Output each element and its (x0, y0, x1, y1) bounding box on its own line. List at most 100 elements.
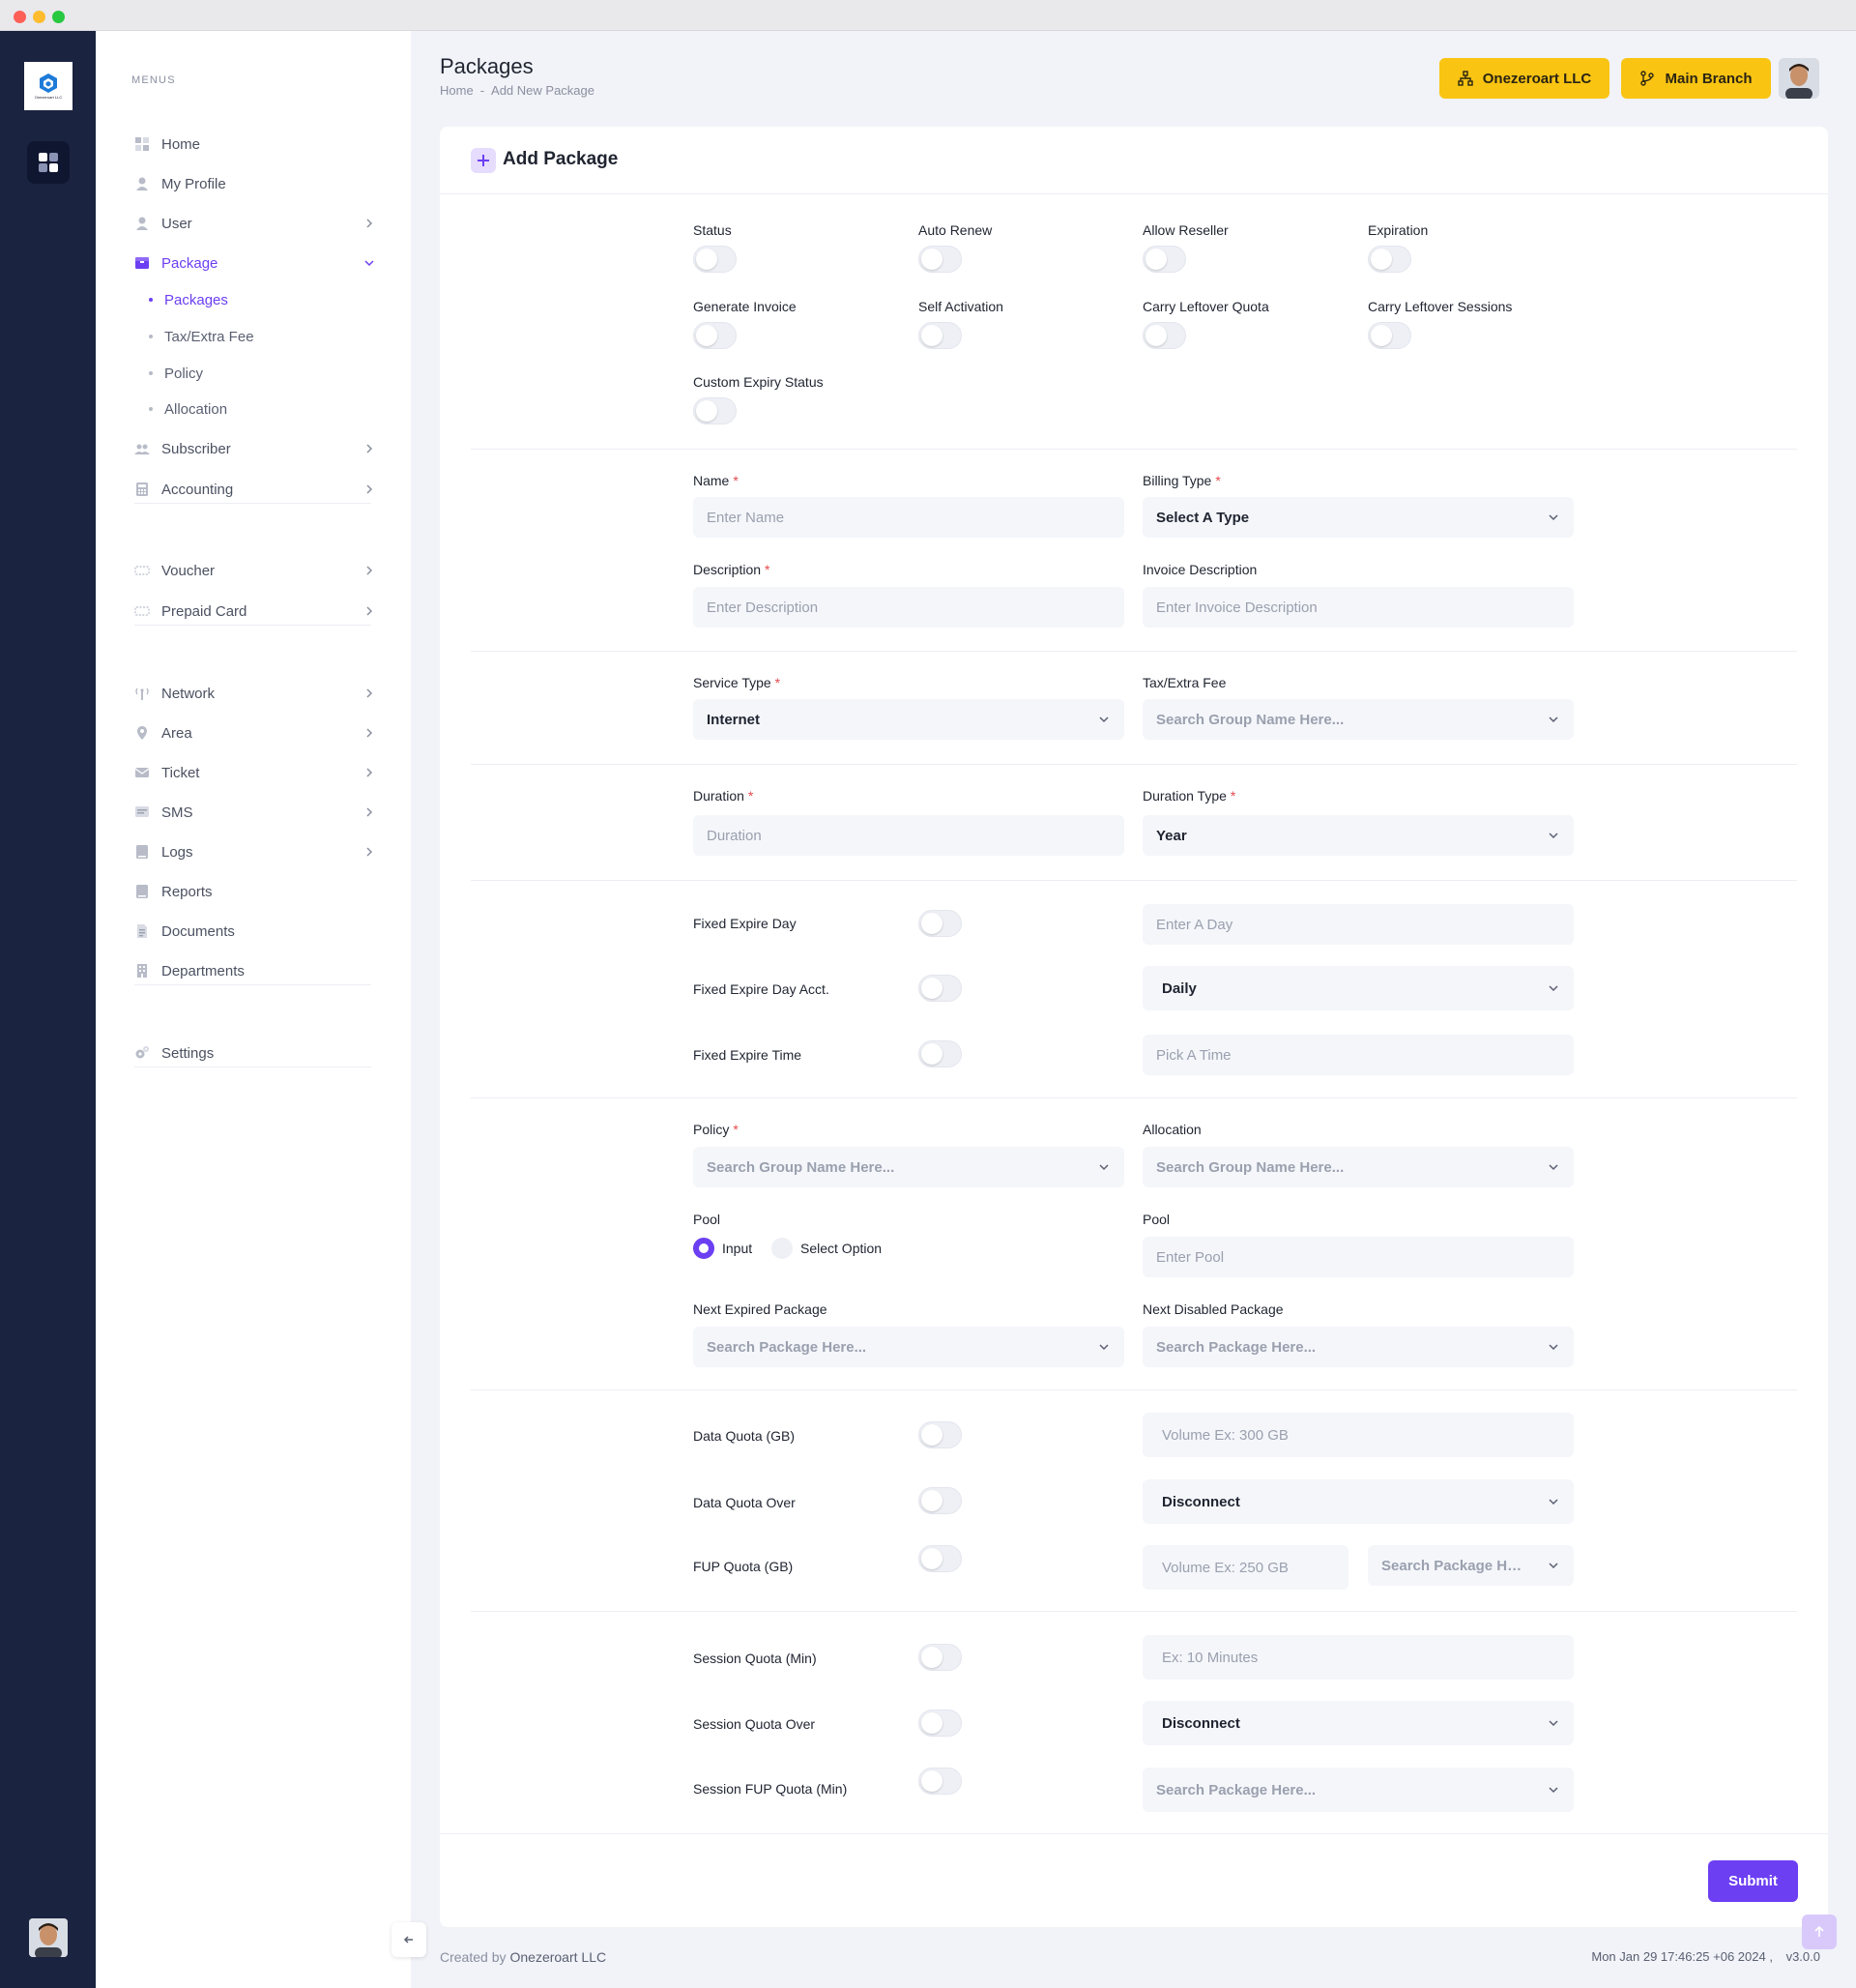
sidebar-item-ticket[interactable]: Ticket (134, 758, 376, 787)
session-quota-over-toggle[interactable] (918, 1710, 962, 1737)
auto-renew-toggle[interactable] (918, 246, 962, 273)
session-quota-over-select[interactable]: Disconnect (1143, 1701, 1574, 1745)
data-quota-over-toggle[interactable] (918, 1487, 962, 1514)
carry-leftover-sessions-toggle[interactable] (1368, 322, 1411, 349)
fixed-expire-day-acct-toggle[interactable] (918, 975, 962, 1002)
fixed-expire-time-input[interactable]: Pick A Time (1143, 1035, 1574, 1075)
sidebar-item-label: Voucher (161, 562, 216, 579)
data-quota-input[interactable]: Volume Ex: 300 GB (1143, 1413, 1574, 1457)
user-icon (136, 217, 148, 230)
sidebar-item-logs[interactable]: Logs (134, 837, 376, 866)
sidebar-item-my-profile[interactable]: My Profile (134, 169, 376, 198)
chevron-down-icon (1549, 1563, 1558, 1569)
scroll-to-top-button[interactable] (1802, 1915, 1837, 1949)
rail-user-avatar[interactable] (29, 1918, 68, 1957)
sidebar-item-subscriber[interactable]: Subscriber (134, 434, 376, 463)
footer-timestamp: Mon Jan 29 17:46:25 +06 2024 , (1591, 1949, 1773, 1964)
accounting-icon (136, 482, 148, 496)
carry-leftover-quota-toggle[interactable] (1143, 322, 1186, 349)
sidebar-item-settings[interactable]: Settings (134, 1038, 376, 1067)
sidebar-item-package[interactable]: Package (134, 248, 376, 278)
chevron-down-icon (1099, 1344, 1109, 1351)
session-fup-quota-toggle[interactable] (918, 1768, 962, 1795)
duration-input[interactable]: Duration (693, 815, 1124, 856)
fixed-expire-day-acct-select[interactable]: Daily (1143, 966, 1574, 1010)
prepaid-card-icon (134, 606, 150, 616)
sidebar-subitem-policy[interactable]: Policy (149, 361, 203, 386)
bullet-icon (149, 335, 153, 338)
sidebar-subitem-packages[interactable]: Packages (149, 287, 228, 312)
avatar-portrait-icon (1779, 58, 1819, 99)
sidebar-item-sms[interactable]: SMS (134, 798, 376, 827)
sidebar-item-prepaid-card[interactable]: Prepaid Card (134, 597, 376, 626)
minimize-window-icon[interactable] (33, 11, 45, 23)
sidebar-item-accounting[interactable]: Accounting (134, 475, 376, 504)
breadcrumb-home[interactable]: Home (440, 83, 474, 98)
organization-icon (1458, 71, 1473, 86)
close-window-icon[interactable] (14, 11, 26, 23)
header-user-avatar[interactable] (1779, 58, 1819, 99)
sidebar-item-network[interactable]: Network (134, 679, 376, 708)
next-disabled-package-select[interactable]: Search Package Here... (1143, 1327, 1574, 1367)
fup-quota-toggle[interactable] (918, 1545, 962, 1572)
duration-type-select[interactable]: Year (1143, 815, 1574, 856)
sidebar-subitem-allocation[interactable]: Allocation (149, 396, 227, 422)
data-quota-over-select[interactable]: Disconnect (1143, 1479, 1574, 1524)
invoice-description-input[interactable]: Enter Invoice Description (1143, 587, 1574, 628)
data-quota-toggle[interactable] (918, 1421, 962, 1448)
maximize-window-icon[interactable] (52, 11, 65, 23)
sidebar-item-reports[interactable]: Reports (134, 877, 376, 906)
fixed-expire-day-toggle[interactable] (918, 910, 962, 937)
pool-input-label: Pool (1143, 1212, 1171, 1227)
fixed-expire-day-input[interactable]: Enter A Day (1143, 904, 1574, 945)
sidebar-item-area[interactable]: Area (134, 718, 376, 747)
company-logo[interactable]: Onezeroart LLC (24, 62, 72, 110)
sidebar-item-voucher[interactable]: Voucher (134, 556, 376, 585)
ticket-icon (134, 768, 150, 777)
policy-select[interactable]: Search Group Name Here... (693, 1147, 1124, 1187)
grid-icon (39, 153, 58, 172)
sidebar-item-label: Ticket (161, 764, 200, 781)
bullet-icon (149, 371, 153, 375)
pool-select-option-radio[interactable]: Select Option (771, 1238, 882, 1259)
sidebar-item-home[interactable]: Home (134, 130, 376, 159)
status-toggle[interactable] (693, 246, 737, 273)
fixed-expire-day-label: Fixed Expire Day (693, 916, 797, 931)
billing-type-select[interactable]: Select A Type (1143, 497, 1574, 538)
custom-expiry-status-toggle[interactable] (693, 397, 737, 424)
allow-reseller-toggle[interactable] (1143, 246, 1186, 273)
name-label: Name * (693, 473, 739, 488)
session-fup-quota-label: Session FUP Quota (Min) (693, 1781, 848, 1797)
sidebar-subitem-tax-extra-fee[interactable]: Tax/Extra Fee (149, 324, 254, 349)
fixed-expire-time-toggle[interactable] (918, 1040, 962, 1067)
pool-input-radio[interactable]: Input (693, 1238, 752, 1259)
collapse-sidebar-button[interactable] (392, 1922, 426, 1957)
next-expired-package-select[interactable]: Search Package Here... (693, 1327, 1124, 1367)
dashboard-grid-button[interactable] (27, 141, 70, 184)
sidebar-item-user[interactable]: User (134, 209, 376, 238)
allocation-select[interactable]: Search Group Name Here... (1143, 1147, 1574, 1187)
name-input[interactable]: Enter Name (693, 497, 1124, 538)
pool-input[interactable]: Enter Pool (1143, 1237, 1574, 1277)
company-button[interactable]: Onezeroart LLC (1439, 58, 1610, 99)
sidebar-item-documents[interactable]: Documents (134, 917, 376, 946)
generate-invoice-toggle[interactable] (693, 322, 737, 349)
description-input[interactable]: Enter Description (693, 587, 1124, 628)
section-divider (440, 1833, 1828, 1834)
fup-quota-package-select[interactable]: Search Package Her... (1368, 1545, 1574, 1586)
tax-extra-fee-select[interactable]: Search Group Name Here... (1143, 699, 1574, 740)
session-fup-quota-select[interactable]: Search Package Here... (1143, 1768, 1574, 1812)
fup-quota-input[interactable]: Volume Ex: 250 GB (1143, 1545, 1348, 1590)
sidebar-subitem-label: Policy (164, 365, 204, 382)
branch-button[interactable]: Main Branch (1621, 58, 1771, 99)
footer-company-link[interactable]: Onezeroart LLC (509, 1949, 606, 1965)
session-quota-toggle[interactable] (918, 1644, 962, 1671)
self-activation-toggle[interactable] (918, 322, 962, 349)
sidebar-item-label: Logs (161, 843, 193, 861)
session-quota-input[interactable]: Ex: 10 Minutes (1143, 1635, 1574, 1680)
sidebar-item-departments[interactable]: Departments (134, 956, 376, 985)
service-type-select[interactable]: Internet (693, 699, 1124, 740)
submit-button[interactable]: Submit (1708, 1860, 1798, 1902)
expiration-toggle[interactable] (1368, 246, 1411, 273)
tax-extra-fee-label: Tax/Extra Fee (1143, 675, 1227, 690)
